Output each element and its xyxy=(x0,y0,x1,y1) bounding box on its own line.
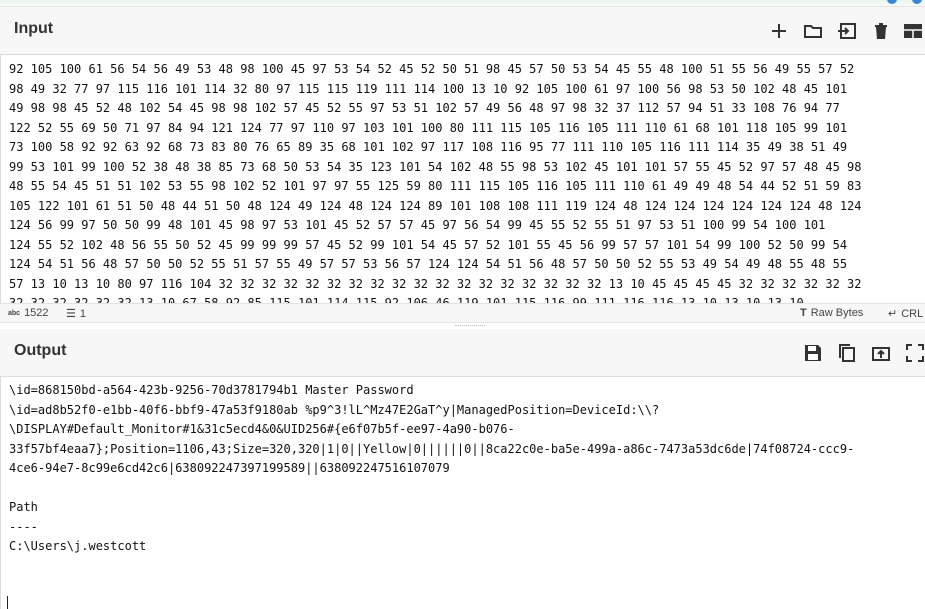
maximize-output-button[interactable] xyxy=(900,338,925,368)
input-line: 92 105 100 61 56 54 56 49 53 48 98 100 4… xyxy=(9,62,855,76)
input-status-bar: abc 1522 ☰ 1 T Raw Bytes ↵ CRL xyxy=(0,303,925,323)
input-line: 124 56 99 97 50 50 99 48 101 45 98 97 53… xyxy=(9,218,826,232)
top-strip xyxy=(0,0,925,7)
output-panel-title: Output xyxy=(14,342,67,359)
input-panel-title: Input xyxy=(14,20,54,37)
import-button[interactable] xyxy=(832,16,862,46)
input-line: 32 32 32 32 32 32 13 10 67 58 92 85 115 … xyxy=(9,296,804,303)
input-line: 105 122 101 61 51 50 48 44 51 50 48 124 … xyxy=(9,198,862,213)
input-line: 124 55 52 102 48 56 55 50 52 45 99 99 99… xyxy=(9,237,848,252)
plus-icon xyxy=(772,24,786,38)
replace-input-button[interactable] xyxy=(866,338,896,368)
open-folder-button[interactable] xyxy=(798,16,828,46)
raw-bytes-toggle[interactable]: T Raw Bytes xyxy=(800,307,863,319)
input-line: 122 52 55 69 50 71 97 84 94 121 124 77 9… xyxy=(9,120,848,135)
lines-indicator: ☰ 1 xyxy=(66,307,86,321)
import-icon xyxy=(838,23,856,39)
input-text: 92 105 100 61 56 54 56 49 53 48 98 100 4… xyxy=(9,60,925,303)
folder-icon xyxy=(804,25,822,38)
layout-button[interactable] xyxy=(898,16,925,46)
accent-dot xyxy=(912,0,922,4)
lines-icon: ☰ xyxy=(66,308,76,320)
output-panel-header: Output xyxy=(0,329,925,377)
input-line: 124 54 51 56 48 57 50 50 52 55 51 57 55 … xyxy=(9,257,848,271)
save-icon xyxy=(805,345,821,361)
clear-input-button[interactable] xyxy=(866,16,896,46)
add-input-button[interactable] xyxy=(764,16,794,46)
input-line: 48 55 54 45 51 51 102 53 55 98 102 52 10… xyxy=(9,179,862,193)
layout-icon xyxy=(904,24,922,38)
eol-selector[interactable]: ↵ CRL xyxy=(888,307,924,321)
input-panel-header: Input xyxy=(0,7,925,55)
copy-output-button[interactable] xyxy=(832,338,862,368)
input-line: 98 49 32 77 97 115 116 101 114 32 80 97 … xyxy=(9,81,848,96)
input-line: 57 13 10 13 10 80 97 116 104 32 32 32 32… xyxy=(9,276,862,291)
copy-icon xyxy=(839,344,855,362)
output-text: \id=868150bd-a564-423b-9256-70d3781794b1… xyxy=(9,383,855,553)
length-indicator: abc 1522 xyxy=(8,307,49,319)
text-cursor xyxy=(7,596,8,609)
raw-bytes-label: Raw Bytes xyxy=(810,307,864,319)
input-line: 99 53 101 99 100 52 38 48 38 85 73 68 50… xyxy=(9,159,862,174)
save-output-button[interactable] xyxy=(798,338,828,368)
lines-value: 1 xyxy=(79,307,86,320)
maximize-icon xyxy=(906,344,924,362)
eol-label: CRL xyxy=(901,307,924,320)
input-line: 49 98 98 45 52 48 102 54 45 98 98 102 57… xyxy=(9,101,840,115)
length-icon: abc xyxy=(8,309,21,317)
input-line: 73 100 58 92 92 63 92 68 73 83 80 76 65 … xyxy=(9,140,848,154)
output-textarea[interactable]: \id=868150bd-a564-423b-9256-70d3781794b1… xyxy=(0,377,925,609)
return-icon: ↵ xyxy=(888,308,898,320)
trash-icon xyxy=(875,23,887,39)
accent-dot xyxy=(887,0,897,4)
text-format-icon: T xyxy=(800,307,807,319)
input-textarea[interactable]: 92 105 100 61 56 54 56 49 53 48 98 100 4… xyxy=(0,55,925,303)
length-value: 1522 xyxy=(24,307,49,319)
replace-input-icon xyxy=(872,347,890,361)
